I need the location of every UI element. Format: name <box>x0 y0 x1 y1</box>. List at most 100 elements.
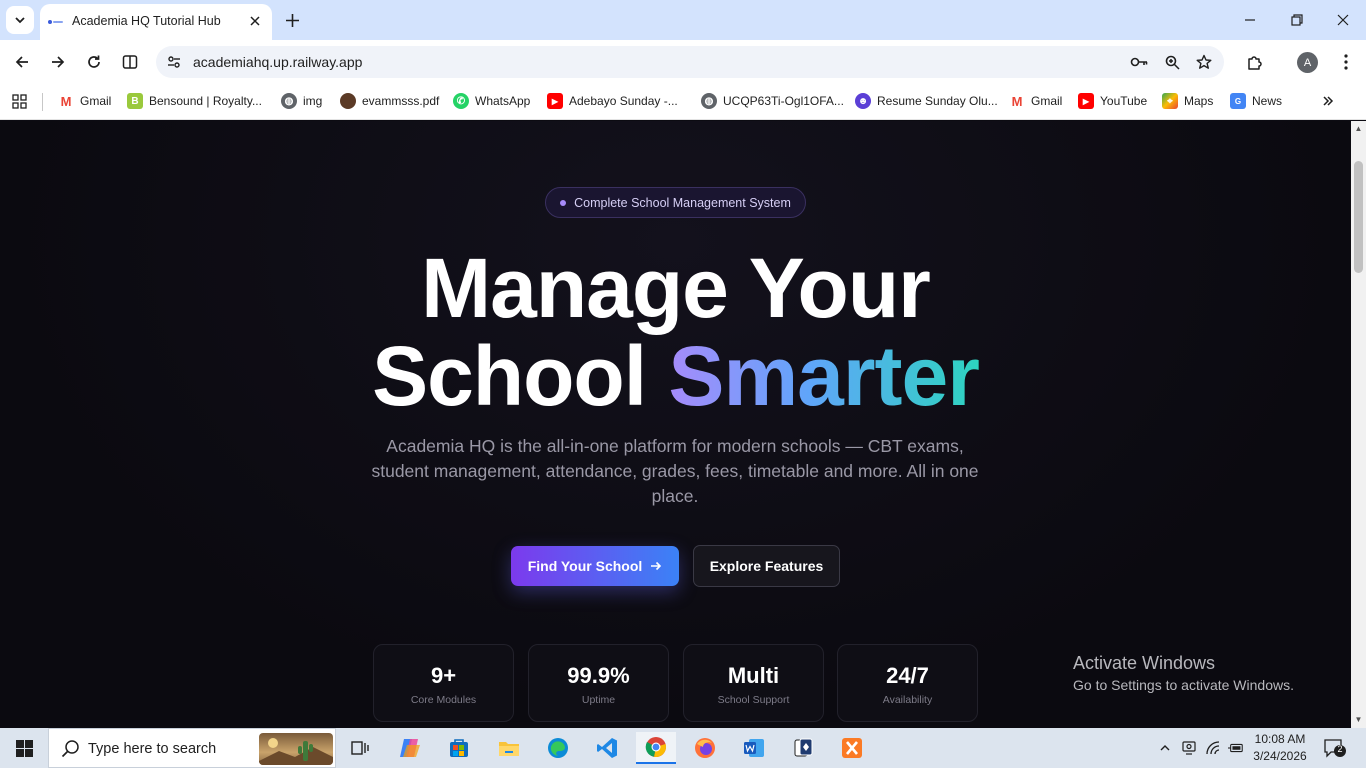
taskbar-store[interactable] <box>439 732 479 764</box>
bookmark-maps[interactable]: ⌖ Maps <box>1162 92 1213 110</box>
bookmark-gmail-2[interactable]: M Gmail <box>1009 92 1062 110</box>
battery-icon <box>1228 743 1243 753</box>
bookmark-bensound[interactable]: B Bensound | Royalty... <box>127 92 262 110</box>
badge-dot-icon <box>560 199 567 206</box>
bookmark-img[interactable]: ◍ img <box>281 92 322 110</box>
stat-value: 99.9% <box>567 663 630 688</box>
plus-icon <box>285 13 299 27</box>
site-info-button[interactable] <box>164 52 184 72</box>
tab-close-button[interactable] <box>246 12 264 30</box>
split-view-button[interactable] <box>116 48 144 76</box>
taskbar-solitaire[interactable] <box>783 732 823 764</box>
gmail-icon: M <box>1009 93 1025 109</box>
notification-center-button[interactable]: 2 <box>1323 738 1347 758</box>
bookmark-star-button[interactable] <box>1194 52 1214 72</box>
tray-battery[interactable] <box>1228 740 1244 756</box>
bookmark-ucqp[interactable]: ◍ UCQP63Ti-Ogl1OFA... <box>701 92 844 110</box>
notification-count: 2 <box>1337 744 1343 754</box>
taskbar-word[interactable] <box>734 732 774 764</box>
window-close-button[interactable] <box>1331 8 1355 32</box>
url-text[interactable]: academiahq.up.railway.app <box>193 54 362 70</box>
close-icon <box>1337 14 1349 26</box>
find-your-school-button[interactable]: Find Your School <box>511 546 679 586</box>
notification-icon <box>1324 739 1346 758</box>
bookmark-gmail[interactable]: M Gmail <box>58 92 111 110</box>
show-hidden-icons-button[interactable] <box>1157 740 1173 756</box>
stat-value: Multi <box>727 663 780 688</box>
stat-label: Uptime <box>581 694 616 706</box>
headline-gradient-word: Smarter <box>668 329 980 423</box>
taskbar-chrome[interactable] <box>636 732 676 764</box>
search-placeholder: Type here to search <box>88 741 217 757</box>
vscode-icon <box>597 738 617 758</box>
chrome-icon <box>645 737 666 757</box>
arrow-right-icon <box>52 56 65 68</box>
scroll-thumb[interactable] <box>1354 161 1363 273</box>
clock-time: 10:08 AM <box>1254 732 1306 746</box>
explore-features-button[interactable]: Explore Features <box>693 545 840 587</box>
headline-line-1: Manage Your <box>421 241 931 335</box>
firefox-icon <box>695 738 715 758</box>
browser-tab[interactable]: Academia HQ Tutorial Hub <box>40 4 272 40</box>
tray-network[interactable] <box>1205 740 1221 756</box>
back-button[interactable] <box>8 48 36 76</box>
menu-button[interactable] <box>1332 48 1360 76</box>
more-bookmarks-button[interactable] <box>1322 92 1334 110</box>
scroll-up-icon[interactable]: ▲ <box>1354 124 1363 133</box>
bookmark-whatsapp[interactable]: ✆ WhatsApp <box>453 92 530 110</box>
apps-button[interactable] <box>12 92 27 110</box>
academia-favicon-icon <box>48 20 63 24</box>
scroll-down-icon[interactable]: ▼ <box>1354 715 1363 724</box>
browser-tab-strip: Academia HQ Tutorial Hub <box>0 0 1366 40</box>
task-view-icon <box>351 741 369 755</box>
wifi-icon <box>1206 741 1220 755</box>
taskbar-vscode[interactable] <box>587 732 627 764</box>
task-view-button[interactable] <box>340 732 380 764</box>
globe-icon: ◍ <box>701 93 717 109</box>
profile-avatar[interactable]: A <box>1297 52 1318 73</box>
clock-date: 3/24/2026 <box>1253 749 1307 763</box>
xampp-icon <box>842 738 862 758</box>
restore-icon <box>1291 14 1303 26</box>
tray-camera[interactable] <box>1181 740 1197 756</box>
taskbar-firefox[interactable] <box>685 732 725 764</box>
arrow-left-icon <box>15 56 28 68</box>
badge-text: Complete School Management System <box>574 195 791 210</box>
puzzle-icon <box>1247 55 1262 70</box>
hero-badge: Complete School Management System <box>545 187 806 218</box>
watermark-title: Activate Windows <box>1073 653 1216 673</box>
reload-button[interactable] <box>80 48 108 76</box>
zoom-button[interactable] <box>1162 52 1182 72</box>
start-button[interactable] <box>0 728 48 768</box>
address-bar[interactable]: academiahq.up.railway.app <box>156 46 1224 78</box>
bookmarks-bar: M Gmail B Bensound | Royalty... ◍ img ev… <box>0 84 1366 120</box>
youtube-icon: ▶ <box>1078 93 1094 109</box>
extensions-button[interactable] <box>1240 48 1268 76</box>
taskbar-search-input[interactable]: Type here to search <box>48 728 336 768</box>
tab-title: Academia HQ Tutorial Hub <box>72 14 221 28</box>
taskbar-copilot[interactable] <box>390 732 430 764</box>
taskbar-xampp[interactable] <box>832 732 872 764</box>
password-key-button[interactable] <box>1129 52 1149 72</box>
taskbar-clock[interactable]: 10:08 AM 3/24/2026 <box>1248 731 1312 765</box>
bookmark-label: Resume Sunday Olu... <box>877 94 998 108</box>
bookmark-youtube[interactable]: ▶ YouTube <box>1078 92 1147 110</box>
bookmark-resume[interactable]: ☻ Resume Sunday Olu... <box>855 92 998 110</box>
minimize-button[interactable] <box>1238 8 1262 32</box>
restore-button[interactable] <box>1285 8 1309 32</box>
gmail-icon: M <box>58 93 74 109</box>
page-scrollbar[interactable]: ▲ ▼ <box>1351 121 1366 728</box>
reload-icon <box>88 55 100 68</box>
edge-icon <box>548 738 568 758</box>
taskbar-file-explorer[interactable] <box>489 732 529 764</box>
bookmark-adebayo[interactable]: ▶ Adebayo Sunday -... <box>547 92 678 110</box>
bookmark-news[interactable]: G News <box>1230 92 1282 110</box>
tab-search-button[interactable] <box>6 6 34 34</box>
bookmark-label: Gmail <box>1031 94 1063 108</box>
bookmark-label: UCQP63Ti-Ogl1OFA... <box>723 94 844 108</box>
forward-button[interactable] <box>44 48 72 76</box>
hero-subtitle: Academia HQ is the all-in-one platform f… <box>371 436 979 506</box>
new-tab-button[interactable] <box>280 8 304 32</box>
bookmark-evammsss[interactable]: evammsss.pdf <box>340 92 439 110</box>
taskbar-edge[interactable] <box>538 732 578 764</box>
